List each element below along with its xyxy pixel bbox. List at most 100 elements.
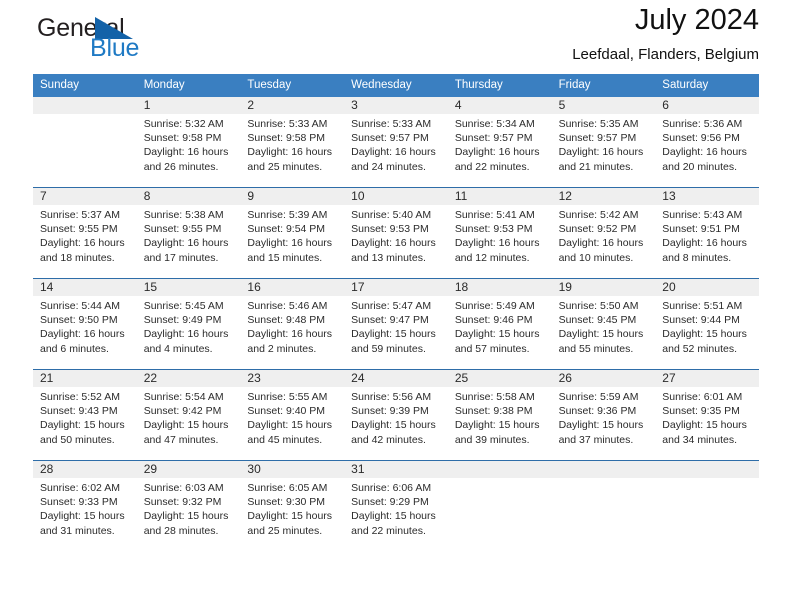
day-details: Sunrise: 5:42 AM Sunset: 9:52 PM Dayligh… (559, 208, 649, 265)
day-cell[interactable]: 6 Sunrise: 5:36 AM Sunset: 9:56 PM Dayli… (655, 97, 759, 187)
daylight-text-line2: and 57 minutes. (454, 342, 530, 355)
day-details: Sunrise: 5:39 AM Sunset: 9:54 PM Dayligh… (247, 208, 337, 265)
sunrise-text: Sunrise: 5:56 AM (351, 391, 432, 403)
day-cell[interactable]: 10 Sunrise: 5:40 AM Sunset: 9:53 PM Dayl… (344, 188, 448, 278)
day-cell[interactable]: 13 Sunrise: 5:43 AM Sunset: 9:51 PM Dayl… (655, 188, 759, 278)
daylight-text-line1: Daylight: 16 hours (351, 146, 436, 159)
day-cell[interactable]: 16 Sunrise: 5:46 AM Sunset: 9:48 PM Dayl… (240, 279, 344, 369)
daylight-text-line2: and 45 minutes. (247, 433, 323, 446)
day-details: Sunrise: 5:44 AM Sunset: 9:50 PM Dayligh… (40, 299, 130, 356)
sunset-text: Sunset: 9:36 PM (558, 405, 637, 418)
day-cell[interactable]: 7 Sunrise: 5:37 AM Sunset: 9:55 PM Dayli… (33, 188, 137, 278)
day-cell[interactable]: 1 Sunrise: 5:32 AM Sunset: 9:58 PM Dayli… (137, 97, 241, 187)
day-cell[interactable]: 24 Sunrise: 5:56 AM Sunset: 9:39 PM Dayl… (344, 370, 448, 460)
weekday-header-saturday: Saturday (662, 79, 709, 91)
sunrise-text: Sunrise: 5:58 AM (454, 391, 535, 403)
sunrise-text: Sunrise: 5:49 AM (454, 300, 535, 312)
day-cell[interactable]: 9 Sunrise: 5:39 AM Sunset: 9:54 PM Dayli… (240, 188, 344, 278)
daylight-text-line1: Daylight: 15 hours (40, 510, 125, 523)
daylight-text-line2: and 8 minutes. (662, 251, 732, 264)
day-cell[interactable]: 3 Sunrise: 5:33 AM Sunset: 9:57 PM Dayli… (344, 97, 448, 187)
day-cell[interactable]: 23 Sunrise: 5:55 AM Sunset: 9:40 PM Dayl… (240, 370, 344, 460)
day-cell[interactable]: 22 Sunrise: 5:54 AM Sunset: 9:42 PM Dayl… (137, 370, 241, 460)
sunset-text: Sunset: 9:53 PM (351, 223, 429, 236)
day-cell[interactable]: 21 Sunrise: 5:52 AM Sunset: 9:43 PM Dayl… (33, 370, 137, 460)
weekday-header-row: Sunday Monday Tuesday Wednesday Thursday… (33, 74, 759, 97)
week-row: 14 Sunrise: 5:44 AM Sunset: 9:50 PM Dayl… (33, 278, 759, 369)
day-cell[interactable] (552, 461, 656, 551)
day-details: Sunrise: 5:54 AM Sunset: 9:42 PM Dayligh… (144, 390, 234, 447)
day-cell[interactable] (448, 461, 552, 551)
day-number: 17 (351, 280, 365, 294)
weekday-header-sunday: Sunday (40, 79, 80, 91)
sunrise-text: Sunrise: 5:45 AM (143, 300, 224, 312)
day-details: Sunrise: 5:51 AM Sunset: 9:44 PM Dayligh… (662, 299, 752, 356)
day-number: 24 (351, 371, 365, 385)
day-cell[interactable]: 19 Sunrise: 5:50 AM Sunset: 9:45 PM Dayl… (552, 279, 656, 369)
daylight-text-line2: and 22 minutes. (351, 524, 426, 537)
sunset-text: Sunset: 9:58 PM (247, 132, 326, 145)
daylight-text-line2: and 12 minutes. (454, 251, 530, 264)
day-number: 2 (247, 98, 255, 112)
day-cell[interactable]: 4 Sunrise: 5:34 AM Sunset: 9:57 PM Dayli… (448, 97, 552, 187)
daylight-text-line1: Daylight: 15 hours (143, 419, 229, 432)
daylight-text-line2: and 13 minutes. (351, 251, 426, 264)
daylight-text-line2: and 20 minutes. (662, 160, 737, 173)
daylight-text-line2: and 18 minutes. (40, 251, 115, 264)
daylight-text-line2: and 39 minutes. (454, 433, 530, 446)
day-number: 29 (143, 462, 158, 476)
daylight-text-line1: Daylight: 15 hours (247, 510, 333, 523)
day-cell[interactable]: 26 Sunrise: 5:59 AM Sunset: 9:36 PM Dayl… (552, 370, 656, 460)
daylight-text-line1: Daylight: 15 hours (40, 419, 125, 432)
daylight-text-line1: Daylight: 16 hours (558, 146, 644, 159)
week-row: 21 Sunrise: 5:52 AM Sunset: 9:43 PM Dayl… (33, 369, 759, 460)
daylight-text-line2: and 2 minutes. (247, 342, 317, 355)
day-cell[interactable]: 31 Sunrise: 6:06 AM Sunset: 9:29 PM Dayl… (344, 461, 448, 551)
day-number: 9 (247, 189, 255, 203)
sunset-text: Sunset: 9:57 PM (454, 132, 533, 145)
day-number: 20 (662, 280, 676, 294)
daylight-text-line2: and 31 minutes. (40, 524, 115, 537)
daylight-text-line2: and 10 minutes. (558, 251, 634, 264)
day-cell[interactable] (655, 461, 759, 551)
day-cell[interactable]: 18 Sunrise: 5:49 AM Sunset: 9:46 PM Dayl… (448, 279, 552, 369)
day-details: Sunrise: 6:01 AM Sunset: 9:35 PM Dayligh… (662, 390, 752, 447)
week-row: 1 Sunrise: 5:32 AM Sunset: 9:58 PM Dayli… (33, 97, 759, 187)
sunset-text: Sunset: 9:57 PM (558, 132, 637, 145)
sunset-text: Sunset: 9:56 PM (662, 132, 740, 145)
day-cell[interactable]: 28 Sunrise: 6:02 AM Sunset: 9:33 PM Dayl… (33, 461, 137, 551)
day-cell[interactable]: 11 Sunrise: 5:41 AM Sunset: 9:53 PM Dayl… (448, 188, 552, 278)
day-cell[interactable]: 25 Sunrise: 5:58 AM Sunset: 9:38 PM Dayl… (448, 370, 552, 460)
day-cell[interactable] (33, 97, 137, 187)
daylight-text-line1: Daylight: 16 hours (40, 328, 125, 341)
sunrise-text: Sunrise: 5:38 AM (143, 209, 224, 221)
day-details: Sunrise: 5:43 AM Sunset: 9:51 PM Dayligh… (662, 208, 752, 265)
day-cell[interactable]: 5 Sunrise: 5:35 AM Sunset: 9:57 PM Dayli… (552, 97, 656, 187)
day-cell[interactable]: 29 Sunrise: 6:03 AM Sunset: 9:32 PM Dayl… (137, 461, 241, 551)
day-details: Sunrise: 5:56 AM Sunset: 9:39 PM Dayligh… (351, 390, 441, 447)
daylight-text-line2: and 37 minutes. (558, 433, 634, 446)
day-cell[interactable]: 17 Sunrise: 5:47 AM Sunset: 9:47 PM Dayl… (344, 279, 448, 369)
sunset-text: Sunset: 9:44 PM (662, 314, 740, 327)
page-header: General Blue July 2024 Leefdaal, Flander… (33, 0, 759, 74)
sunset-text: Sunset: 9:40 PM (247, 405, 326, 418)
daylight-text-line1: Daylight: 15 hours (247, 419, 333, 432)
day-cell[interactable]: 15 Sunrise: 5:45 AM Sunset: 9:49 PM Dayl… (137, 279, 241, 369)
daylight-text-line2: and 28 minutes. (143, 524, 219, 537)
sunrise-text: Sunrise: 5:34 AM (454, 118, 535, 130)
day-cell[interactable]: 27 Sunrise: 6:01 AM Sunset: 9:35 PM Dayl… (655, 370, 759, 460)
day-details: Sunrise: 5:45 AM Sunset: 9:49 PM Dayligh… (144, 299, 234, 356)
daylight-text-line2: and 26 minutes. (143, 160, 219, 173)
sunrise-text: Sunrise: 5:50 AM (558, 300, 639, 312)
sunrise-text: Sunrise: 5:33 AM (351, 118, 432, 130)
day-details: Sunrise: 5:52 AM Sunset: 9:43 PM Dayligh… (40, 390, 130, 447)
day-cell[interactable]: 20 Sunrise: 5:51 AM Sunset: 9:44 PM Dayl… (655, 279, 759, 369)
sunset-text: Sunset: 9:39 PM (351, 405, 429, 418)
day-cell[interactable]: 8 Sunrise: 5:38 AM Sunset: 9:55 PM Dayli… (137, 188, 241, 278)
day-cell[interactable]: 12 Sunrise: 5:42 AM Sunset: 9:52 PM Dayl… (552, 188, 656, 278)
day-cell[interactable]: 14 Sunrise: 5:44 AM Sunset: 9:50 PM Dayl… (33, 279, 137, 369)
sunrise-text: Sunrise: 5:54 AM (143, 391, 224, 403)
brand-logo[interactable]: General Blue (33, 6, 233, 62)
day-cell[interactable]: 30 Sunrise: 6:05 AM Sunset: 9:30 PM Dayl… (240, 461, 344, 551)
day-cell[interactable]: 2 Sunrise: 5:33 AM Sunset: 9:58 PM Dayli… (240, 97, 344, 187)
